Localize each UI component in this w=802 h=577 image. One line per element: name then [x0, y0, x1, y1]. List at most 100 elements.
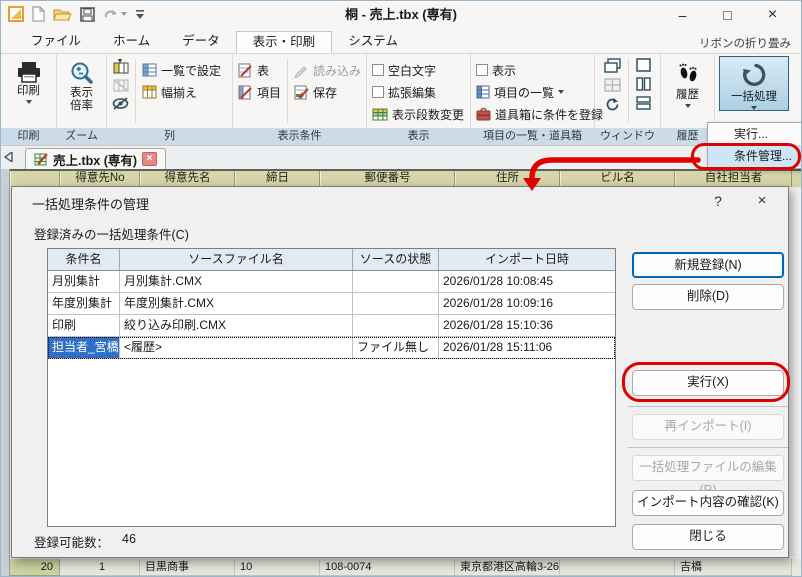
view-cond-save-button[interactable]: 保存	[291, 81, 364, 103]
delete-column-icon[interactable]	[113, 79, 129, 92]
view-cond-item-button[interactable]: 項目	[235, 81, 284, 103]
condition-row-selected[interactable]: 担当者_宮橋 <履歴> ファイル無し 2026/01/28 15:11:06	[48, 337, 615, 359]
tab-view-print[interactable]: 表示・印刷	[236, 31, 333, 53]
confirm-import-button[interactable]: インポート内容の確認(K)	[632, 490, 784, 516]
dialog-help-button[interactable]: ?	[706, 191, 730, 211]
ribbon-collapse-button[interactable]: リボンの折り畳み	[699, 35, 791, 51]
close-button[interactable]: ×	[750, 1, 795, 29]
batch-dropdown-caret[interactable]	[751, 106, 757, 110]
maximize-window-icon[interactable]	[636, 58, 651, 72]
save-icon[interactable]	[80, 7, 95, 22]
column-header-postal-code[interactable]: 郵便番号	[320, 171, 455, 187]
extended-edit-checkbox-box[interactable]	[372, 86, 384, 98]
condition-row-yearly[interactable]: 年度別集計 年度別集計.CMX 2026/01/28 10:09:16	[48, 293, 615, 315]
header-source-file[interactable]: ソースファイル名	[120, 249, 353, 270]
register-toolbox-button[interactable]: 道具箱に条件を登録	[473, 103, 606, 125]
set-by-list-button[interactable]: 一覧で設定	[139, 59, 224, 81]
minimize-button[interactable]: –	[660, 1, 705, 29]
blank-char-checkbox[interactable]: 空白文字	[369, 59, 467, 81]
menu-item-execute[interactable]: 実行...	[708, 123, 802, 145]
edit-batch-file-button[interactable]: 一括処理ファイルの編集(R)	[632, 455, 784, 481]
cell-building[interactable]	[560, 559, 675, 576]
tab-file[interactable]: ファイル	[15, 31, 97, 53]
tab-data[interactable]: データ	[166, 31, 236, 53]
cell-condition-name[interactable]: 担当者_宮橋	[48, 337, 120, 358]
align-width-button[interactable]: 幅揃え	[139, 81, 224, 103]
column-header-customer-no[interactable]: 得意先No	[60, 171, 140, 187]
header-import-time[interactable]: インポート日時	[439, 249, 615, 270]
zoom-ratio-button[interactable]: 表示倍率	[59, 56, 104, 113]
cell-closing-day[interactable]: 10	[235, 559, 320, 576]
cell-source-file[interactable]: <履歴>	[120, 337, 353, 358]
view-cond-load-button[interactable]: 読み込み	[291, 59, 364, 81]
batch-process-button[interactable]: 一括処理	[719, 56, 789, 111]
condition-row-print[interactable]: 印刷 絞り込み印刷.CMX 2026/01/28 15:10:36	[48, 315, 615, 337]
header-source-status[interactable]: ソースの状態	[353, 249, 439, 270]
insert-column-icon[interactable]	[113, 59, 129, 74]
column-header-closing-day[interactable]: 締日	[235, 171, 320, 187]
split-horizontal-icon[interactable]	[636, 96, 651, 110]
delete-button[interactable]: 削除(D)	[632, 284, 784, 310]
tile-windows-icon[interactable]	[604, 78, 621, 92]
column-header-customer-name[interactable]: 得意先名	[140, 171, 235, 187]
cell-import-time[interactable]: 2026/01/28 15:10:36	[439, 315, 615, 336]
cell-source-status[interactable]	[353, 271, 439, 292]
column-header-address[interactable]: 住所	[455, 171, 560, 187]
table-row[interactable]: 20 1 目黒商事 10 108-0074 東京都港区高輪3-26 吉橋	[10, 559, 801, 576]
open-file-icon[interactable]	[53, 7, 72, 21]
cell-source-file[interactable]: 月別集計.CMX	[120, 271, 353, 292]
cell-source-status[interactable]	[353, 315, 439, 336]
new-register-button[interactable]: 新規登録(N)	[632, 252, 784, 278]
cascade-windows-icon[interactable]	[604, 58, 621, 73]
cell-rep[interactable]: 吉橋	[675, 559, 792, 576]
cell-source-file[interactable]: 年度別集計.CMX	[120, 293, 353, 314]
item-list-show-checkbox-box[interactable]	[476, 64, 488, 76]
print-button[interactable]: 印刷	[3, 56, 54, 104]
extended-edit-checkbox[interactable]: 拡張編集	[369, 81, 467, 103]
history-button[interactable]: 履歴	[663, 56, 712, 108]
cell-condition-name[interactable]: 月別集計	[48, 271, 120, 292]
document-tab-close-icon[interactable]: ×	[142, 152, 157, 166]
dialog-close-action-button[interactable]: 閉じる	[632, 524, 784, 550]
cell-source-status[interactable]	[353, 293, 439, 314]
cell-import-time[interactable]: 2026/01/28 10:08:45	[439, 271, 615, 292]
column-header-building[interactable]: ビル名	[560, 171, 675, 187]
cell-customer-name[interactable]: 目黒商事	[140, 559, 235, 576]
blank-char-checkbox-box[interactable]	[372, 64, 384, 76]
print-dropdown-caret[interactable]	[26, 100, 32, 104]
tab-system[interactable]: システム	[332, 31, 414, 53]
view-cond-table-button[interactable]: 表	[235, 59, 284, 81]
reimport-button[interactable]: 再インポート(I)	[632, 414, 784, 440]
cell-source-file[interactable]: 絞り込み印刷.CMX	[120, 315, 353, 336]
cell-condition-name[interactable]: 印刷	[48, 315, 120, 336]
cell-address[interactable]: 東京都港区高輪3-26	[455, 559, 560, 576]
cell-customer-no[interactable]: 1	[60, 559, 140, 576]
new-file-icon[interactable]	[32, 6, 45, 22]
condition-row-monthly[interactable]: 月別集計 月別集計.CMX 2026/01/28 10:08:45	[48, 271, 615, 293]
maximize-button[interactable]: □	[705, 1, 750, 29]
cell-import-time[interactable]: 2026/01/28 10:09:16	[439, 293, 615, 314]
refresh-icon[interactable]	[604, 97, 621, 112]
execute-button[interactable]: 実行(X)	[632, 370, 784, 396]
row-count-change-button[interactable]: 表示段数変更	[369, 103, 467, 125]
tab-home[interactable]: ホーム	[97, 31, 166, 53]
header-condition-name[interactable]: 条件名	[48, 249, 120, 270]
cell-postal-code[interactable]: 108-0074	[320, 559, 455, 576]
item-list-show-checkbox[interactable]: 表示	[473, 59, 606, 81]
cell-condition-name[interactable]: 年度別集計	[48, 293, 120, 314]
undo-dropdown-caret[interactable]	[121, 12, 127, 16]
quick-access-customize-icon[interactable]	[135, 9, 145, 20]
split-vertical-icon[interactable]	[636, 77, 651, 91]
tab-scroll-left-icon[interactable]	[4, 152, 13, 162]
column-header-rep[interactable]: 自社担当者	[675, 171, 792, 187]
item-list-button[interactable]: 項目の一覧	[473, 81, 606, 103]
item-list-dropdown-caret[interactable]	[558, 90, 564, 94]
history-dropdown-caret[interactable]	[685, 104, 691, 108]
dialog-close-button[interactable]: ×	[750, 191, 774, 211]
cell-import-time[interactable]: 2026/01/28 15:11:06	[439, 337, 615, 358]
menu-item-condition-manage[interactable]: 条件管理...	[708, 145, 802, 167]
cell-source-status[interactable]: ファイル無し	[353, 337, 439, 358]
hide-column-eye-slash-icon[interactable]	[112, 97, 129, 110]
undo-icon[interactable]	[103, 8, 127, 20]
document-tab-sales[interactable]: 売上.tbx (専有) ×	[25, 148, 166, 169]
